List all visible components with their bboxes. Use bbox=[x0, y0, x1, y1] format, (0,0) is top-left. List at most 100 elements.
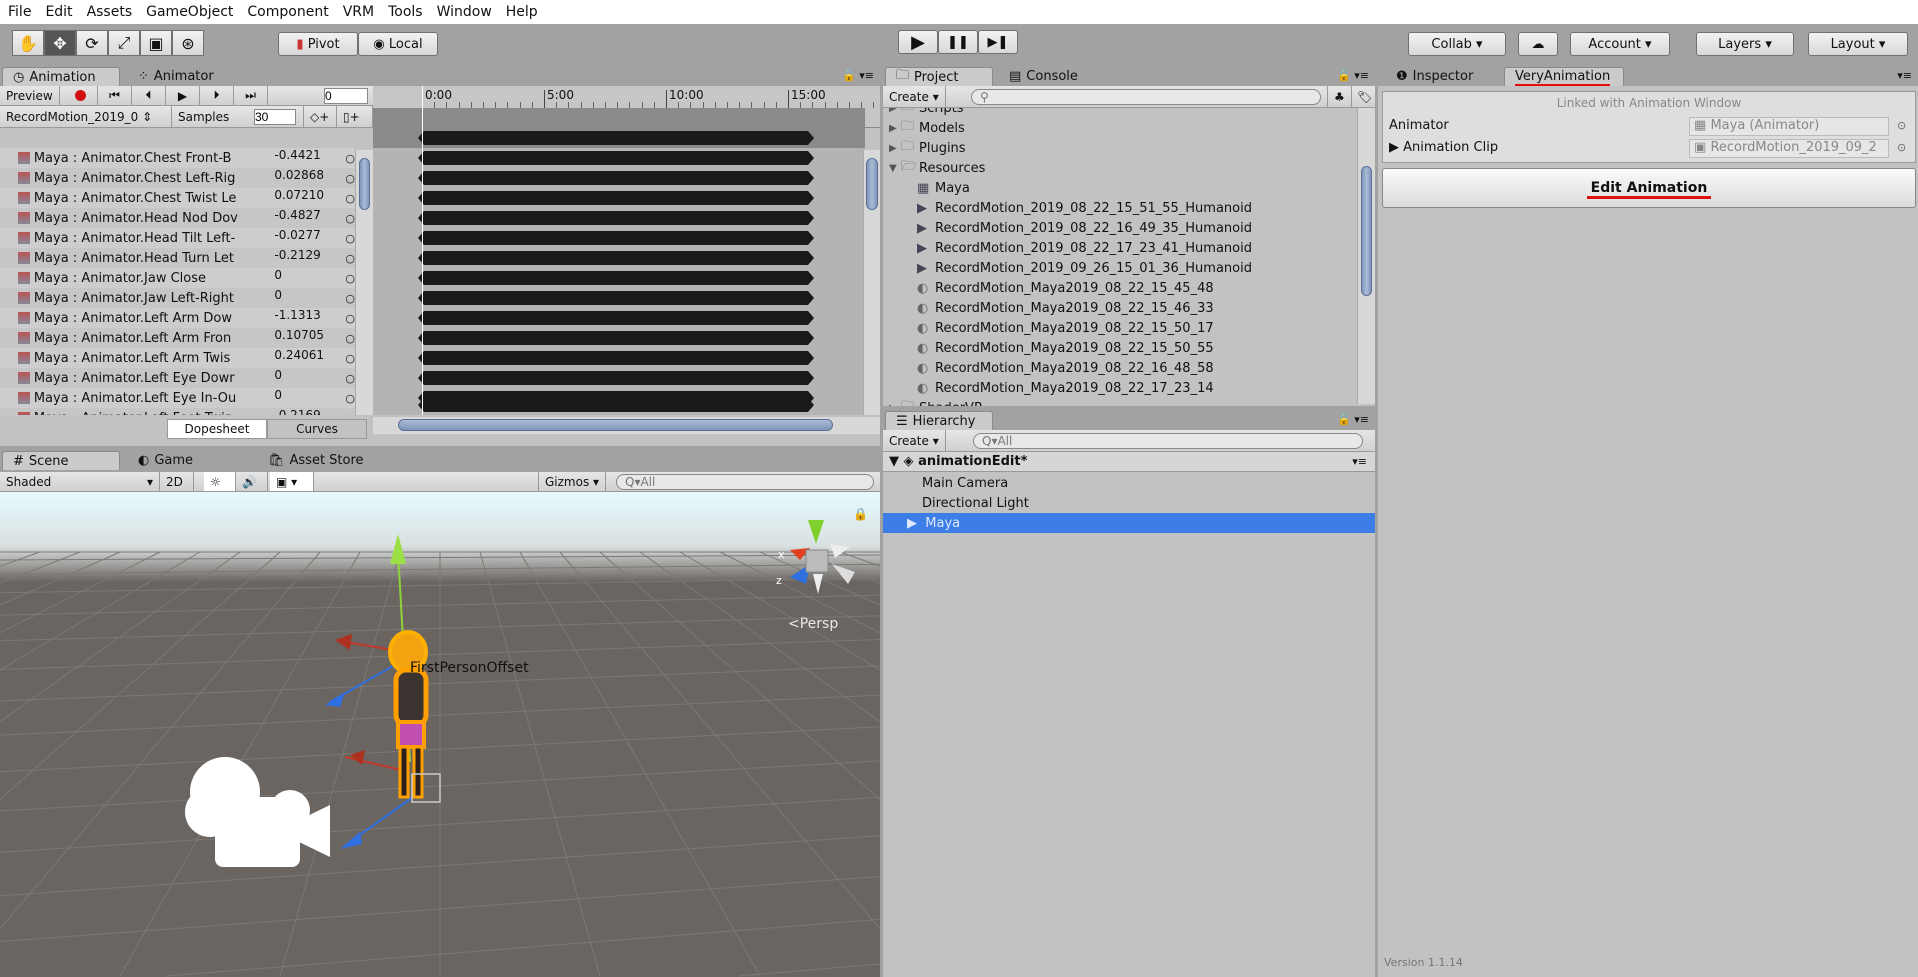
expand-closed-icon[interactable]: ▶ bbox=[889, 123, 901, 134]
layers-dropdown[interactable]: Layers ▾ bbox=[1696, 32, 1794, 56]
menu-file[interactable]: File bbox=[8, 4, 31, 20]
property-row[interactable]: Maya : Animator.Head Nod Dov -0.4827 ○ bbox=[0, 208, 355, 228]
keyframe-track[interactable] bbox=[418, 311, 814, 325]
menu-help[interactable]: Help bbox=[506, 4, 538, 20]
keyframe-track[interactable] bbox=[418, 191, 814, 205]
property-value[interactable]: 0 bbox=[274, 368, 345, 382]
property-value[interactable]: -0.2129 bbox=[274, 248, 345, 262]
keyframe-toggle-icon[interactable]: ○ bbox=[345, 272, 355, 285]
collab-button[interactable]: Collab ▾ bbox=[1408, 32, 1506, 56]
menu-assets[interactable]: Assets bbox=[87, 4, 133, 20]
property-value[interactable]: 0.02868 bbox=[274, 168, 345, 182]
property-value[interactable]: -0.2169 bbox=[274, 408, 345, 415]
tab-console[interactable]: ▤ Console bbox=[999, 67, 1088, 86]
record-button[interactable] bbox=[64, 86, 98, 105]
hand-tool-button[interactable]: ✋ bbox=[12, 30, 44, 56]
x-axis-handle[interactable] bbox=[335, 634, 352, 650]
panel-menu-icon[interactable]: 🔒 ▾≡ bbox=[1337, 413, 1369, 426]
property-value[interactable]: 0 bbox=[274, 288, 345, 302]
property-row[interactable]: Maya : Animator.Left Eye Dowr 0 ○ bbox=[0, 368, 355, 388]
project-item[interactable]: ◐ RecordMotion_Maya2019_08_22_17_23_14 bbox=[883, 378, 1353, 398]
pivot-button[interactable]: ▮ Pivot bbox=[278, 32, 358, 56]
play-anim-button[interactable]: ▶ bbox=[166, 86, 200, 105]
tab-very-animation[interactable]: VeryAnimation bbox=[1504, 67, 1624, 86]
animator-field[interactable]: ▦ Maya (Animator) bbox=[1689, 117, 1889, 136]
menu-vrm[interactable]: VRM bbox=[343, 4, 374, 20]
keyframe-track[interactable] bbox=[418, 371, 814, 385]
project-item[interactable]: ▶ RecordMotion_2019_08_22_15_51_55_Humano… bbox=[883, 198, 1353, 218]
project-item[interactable]: ◐ RecordMotion_Maya2019_08_22_15_50_17 bbox=[883, 318, 1353, 338]
property-value[interactable]: 0.24061 bbox=[274, 348, 345, 362]
menu-edit[interactable]: Edit bbox=[45, 4, 72, 20]
menu-component[interactable]: Component bbox=[247, 4, 328, 20]
tab-project[interactable]: 🗀 Project bbox=[885, 67, 993, 86]
z-axis-handle[interactable] bbox=[325, 692, 345, 707]
cloud-button[interactable]: ☁ bbox=[1518, 32, 1558, 56]
project-item[interactable]: ◐ RecordMotion_Maya2019_08_22_15_50_55 bbox=[883, 338, 1353, 358]
property-value[interactable]: 0.10705 bbox=[274, 328, 345, 342]
property-value[interactable]: -0.0277 bbox=[274, 228, 345, 242]
tab-asset-store[interactable]: 🛍 Asset Store bbox=[258, 451, 374, 470]
menu-gameobject[interactable]: GameObject bbox=[146, 4, 233, 20]
project-item[interactable]: ▶ 🗀 Models bbox=[883, 118, 1353, 138]
expand-closed-icon[interactable]: ▶ bbox=[907, 516, 917, 531]
create-dropdown[interactable]: Create ▾ bbox=[883, 430, 946, 451]
scene-menu-icon[interactable]: ▾≡ bbox=[1352, 455, 1367, 468]
camera-icon[interactable] bbox=[185, 757, 330, 867]
project-item[interactable]: ▶ RecordMotion_2019_08_22_17_23_41_Humano… bbox=[883, 238, 1353, 258]
clip-dropdown[interactable]: RecordMotion_2019_0 ⇕ bbox=[0, 106, 172, 127]
keyframe-toggle-icon[interactable]: ○ bbox=[345, 292, 355, 305]
tab-animator[interactable]: ⁘ Animator bbox=[128, 67, 224, 86]
keyframe-track[interactable] bbox=[418, 331, 814, 345]
local-button[interactable]: ◉ Local bbox=[358, 32, 438, 56]
keyframe-toggle-icon[interactable]: ○ bbox=[345, 172, 355, 185]
tab-dopesheet[interactable]: Dopesheet bbox=[167, 419, 267, 439]
last-key-button[interactable]: ⏭ bbox=[234, 86, 268, 105]
project-item[interactable]: ◐ RecordMotion_Maya2019_08_22_15_45_48 bbox=[883, 278, 1353, 298]
account-dropdown[interactable]: Account ▾ bbox=[1570, 32, 1670, 56]
property-value[interactable]: -0.4421 bbox=[274, 148, 345, 162]
expand-open-icon[interactable]: ▼ bbox=[889, 454, 899, 469]
samples-input[interactable] bbox=[254, 109, 296, 125]
add-event-button[interactable]: ▯+ bbox=[337, 106, 373, 127]
keyframe-toggle-icon[interactable]: ○ bbox=[345, 252, 355, 265]
persp-toggle[interactable]: <Persp bbox=[788, 616, 838, 632]
tab-curves[interactable]: Curves bbox=[267, 419, 367, 439]
keyframe-track[interactable] bbox=[418, 251, 814, 265]
property-row[interactable]: Maya : Animator.Left Eye In-Ou 0 ○ bbox=[0, 388, 355, 408]
property-scrollbar[interactable] bbox=[355, 150, 373, 415]
preview-button[interactable]: Preview bbox=[0, 86, 60, 105]
property-row[interactable]: Maya : Animator.Chest Left-Rig 0.02868 ○ bbox=[0, 168, 355, 188]
add-keyframe-button[interactable]: ◇+ bbox=[303, 106, 337, 127]
scene-root[interactable]: ▼ ◈ animationEdit* ▾≡ bbox=[883, 452, 1375, 472]
project-search-input[interactable]: ⚲ bbox=[971, 89, 1321, 105]
pause-button[interactable]: ❚❚ bbox=[938, 30, 978, 54]
move-tool-button[interactable]: ✥ bbox=[44, 30, 76, 56]
property-value[interactable]: 0.07210 bbox=[274, 188, 345, 202]
filter-type-button[interactable]: ♣ bbox=[1327, 86, 1352, 107]
property-row[interactable]: Maya : Animator.Left Arm Fron 0.10705 ○ bbox=[0, 328, 355, 348]
project-item[interactable]: ▶🗀ShaderVR bbox=[883, 398, 1353, 406]
filter-label-button[interactable]: 🏷 bbox=[1351, 86, 1380, 107]
project-item[interactable]: ◐ RecordMotion_Maya2019_08_22_16_48_58 bbox=[883, 358, 1353, 378]
property-value[interactable]: -0.4827 bbox=[274, 208, 345, 222]
keyframe-toggle-icon[interactable]: ○ bbox=[345, 232, 355, 245]
rotate-tool-button[interactable]: ⟳ bbox=[76, 30, 108, 56]
animation-clip-foldout[interactable]: ▶ Animation Clip bbox=[1389, 140, 1498, 155]
tab-scene[interactable]: # Scene bbox=[2, 451, 120, 470]
gizmos-dropdown[interactable]: Gizmos ▾ bbox=[538, 472, 606, 491]
keyframe-track[interactable] bbox=[418, 271, 814, 285]
frame-input[interactable] bbox=[324, 88, 368, 104]
hierarchy-item-maya[interactable]: ▶ Maya bbox=[883, 513, 1375, 533]
shading-dropdown[interactable]: Shaded ▾ bbox=[0, 472, 160, 491]
expand-closed-icon[interactable]: ▶ bbox=[889, 143, 901, 154]
property-row[interactable]: Maya : Animator.Chest Twist Le 0.07210 ○ bbox=[0, 188, 355, 208]
audio-toggle[interactable]: 🔊 bbox=[236, 472, 268, 491]
project-item[interactable]: ▶ 🗀 Plugins bbox=[883, 138, 1353, 158]
keyframe-track[interactable] bbox=[418, 231, 814, 245]
scale-tool-button[interactable]: ⤢ bbox=[108, 30, 140, 56]
tab-animation[interactable]: ◷ Animation bbox=[2, 67, 120, 86]
property-value[interactable]: -1.1313 bbox=[274, 308, 345, 322]
tab-inspector[interactable]: ❶ Inspector bbox=[1386, 67, 1483, 86]
scene-search-input[interactable]: Q▾All bbox=[616, 474, 874, 490]
